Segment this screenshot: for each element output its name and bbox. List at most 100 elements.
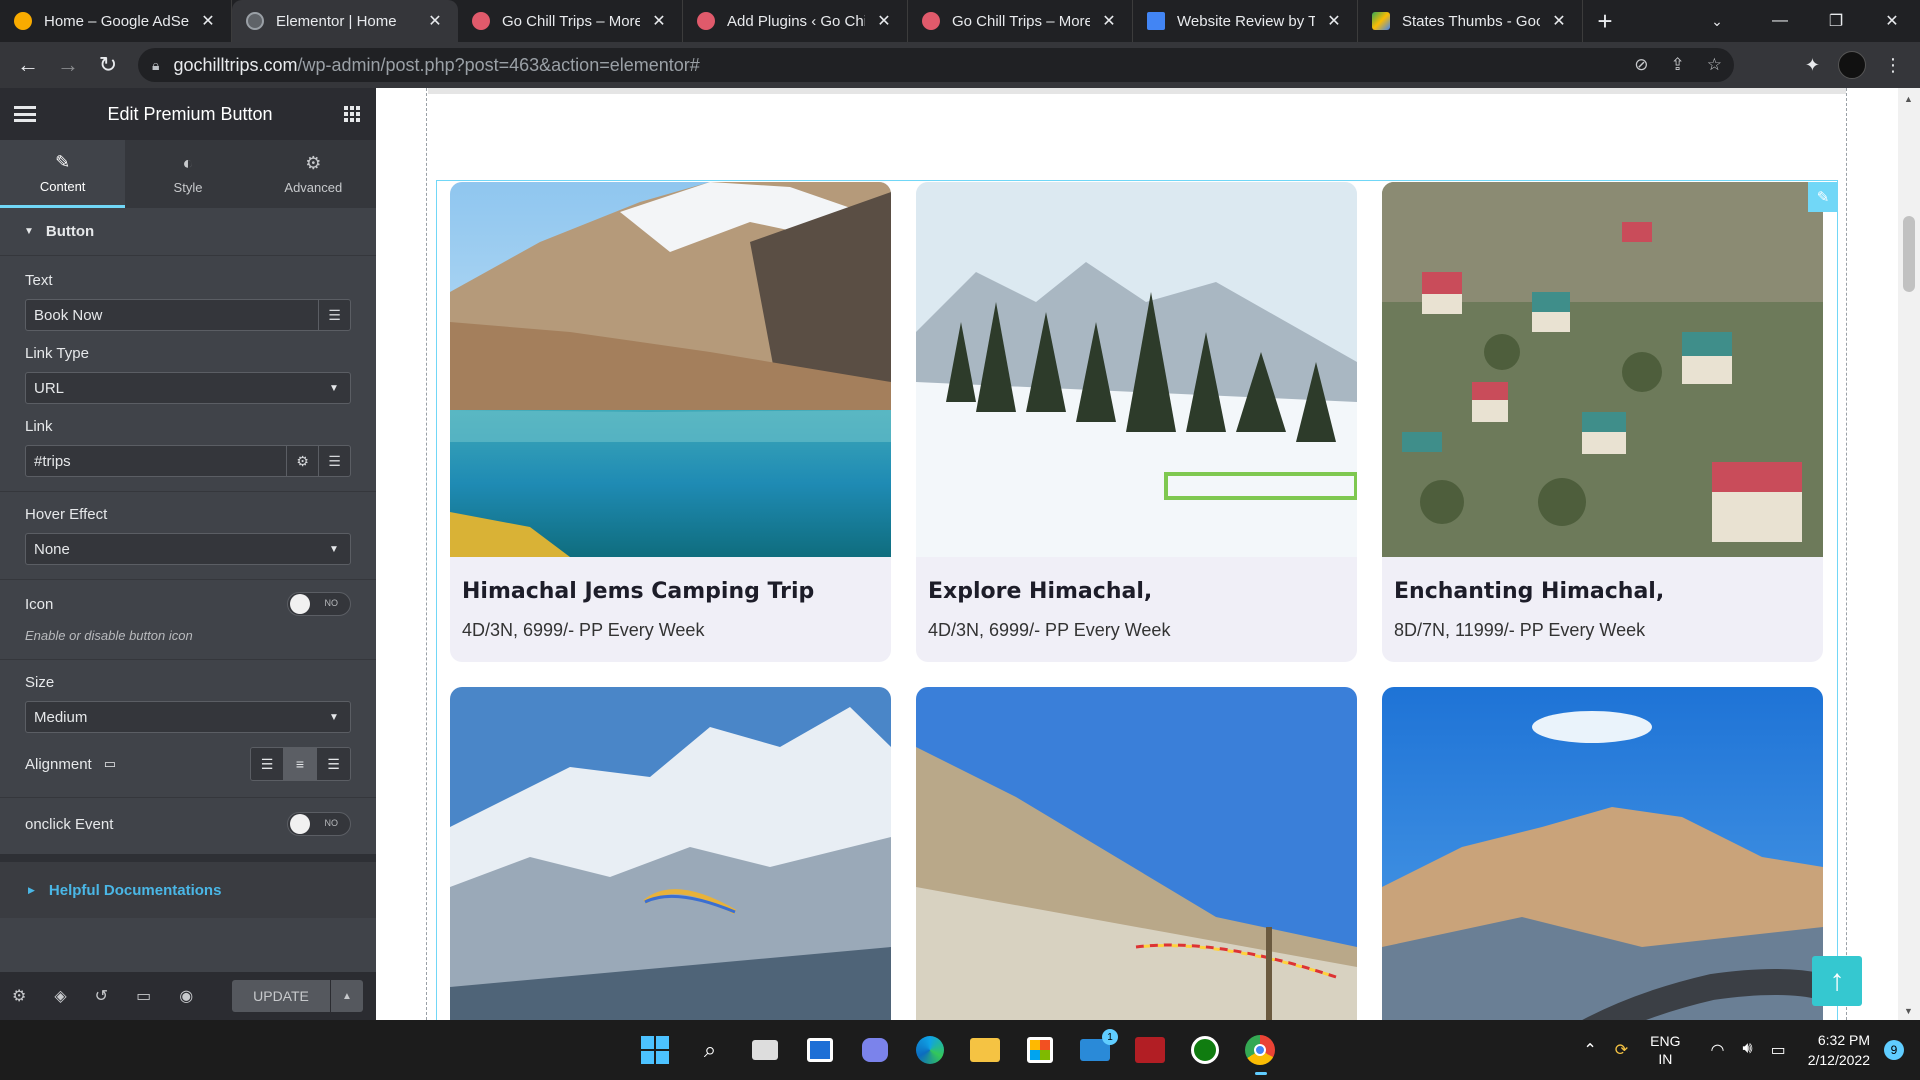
- browser-tab[interactable]: Website Review by Te ✕: [1133, 0, 1358, 42]
- browser-tab-active[interactable]: Elementor | Home ✕: [232, 0, 458, 42]
- snow-forest-image: [916, 182, 1357, 557]
- hover-effect-select[interactable]: None ▼: [25, 533, 351, 565]
- align-center-icon[interactable]: ≡: [284, 748, 317, 780]
- trip-card[interactable]: Enchanting Himachal, 8D/7N, 11999/- PP E…: [1382, 182, 1823, 662]
- chrome-browser-icon[interactable]: [1243, 1033, 1277, 1075]
- align-right-icon[interactable]: ☰: [317, 748, 350, 780]
- link-field[interactable]: #trips ⚙ ☰: [25, 445, 351, 477]
- tab-style[interactable]: ◐ Style: [125, 140, 250, 208]
- extensions-puzzle-icon[interactable]: ✦: [1805, 55, 1820, 76]
- file-explorer-icon[interactable]: [968, 1033, 1002, 1067]
- maximize-icon[interactable]: ❐: [1808, 0, 1864, 42]
- tab-search-chevron-icon[interactable]: ⌄: [1694, 0, 1740, 42]
- history-icon[interactable]: ↺: [95, 986, 108, 1006]
- onclick-toggle[interactable]: NO: [287, 812, 351, 836]
- task-view-icon[interactable]: [748, 1033, 782, 1067]
- share-icon[interactable]: ⇪: [1671, 55, 1685, 75]
- section-title: Button: [45, 223, 95, 240]
- close-window-icon[interactable]: ✕: [1864, 0, 1920, 42]
- close-tab-icon[interactable]: ✕: [1323, 11, 1345, 31]
- browser-tab[interactable]: Add Plugins ‹ Go Chill ✕: [683, 0, 908, 42]
- navigator-layers-icon[interactable]: ◈: [54, 986, 66, 1006]
- widgets-grid-icon[interactable]: [343, 106, 360, 122]
- back-arrow-icon[interactable]: ←: [8, 45, 48, 85]
- panel-tabs: ✎ Content ◐ Style ⚙ Advanced: [0, 140, 376, 208]
- browser-tab[interactable]: Go Chill Trips – More ✕: [458, 0, 683, 42]
- size-select[interactable]: Medium ▼: [25, 701, 351, 733]
- trip-card[interactable]: [916, 687, 1357, 1020]
- profile-avatar[interactable]: [1838, 51, 1866, 79]
- link-type-select[interactable]: URL ▼: [25, 372, 351, 404]
- sync-icon[interactable]: ⟳: [1615, 1040, 1628, 1060]
- link-options-gear-icon[interactable]: ⚙: [286, 446, 318, 476]
- scroll-down-arrow-icon[interactable]: ▼: [1904, 1006, 1913, 1016]
- eye-off-icon[interactable]: ⊘: [1634, 55, 1648, 75]
- more-menu-icon[interactable]: ⋮: [1884, 55, 1902, 76]
- desktop-device-icon[interactable]: ▭: [104, 756, 116, 772]
- browser-tab[interactable]: States Thumbs - Goog ✕: [1358, 0, 1583, 42]
- browser-tab[interactable]: Go Chill Trips – More ✕: [908, 0, 1133, 42]
- scrollbar-thumb[interactable]: [1903, 216, 1915, 292]
- dynamic-tags-icon[interactable]: ☰: [318, 446, 350, 476]
- forward-arrow-icon[interactable]: →: [48, 45, 88, 85]
- align-left-icon[interactable]: ☰: [251, 748, 284, 780]
- edge-browser-icon[interactable]: [913, 1033, 947, 1067]
- volume-icon[interactable]: 🔊︎: [1742, 1040, 1752, 1060]
- update-button[interactable]: UPDATE: [232, 980, 330, 1012]
- close-tab-icon[interactable]: ✕: [873, 11, 895, 31]
- windows-taskbar: ⌕ 1 ⌃ ⟳ ENG IN ◠ 🔊︎ ▭ 6:32 PM 2/12/2022 …: [0, 1020, 1920, 1080]
- battery-icon[interactable]: ▭: [1771, 1040, 1786, 1060]
- trip-card[interactable]: [450, 687, 891, 1020]
- responsive-mode-icon[interactable]: ▭: [136, 986, 151, 1006]
- tab-title: States Thumbs - Goog: [1402, 12, 1540, 30]
- reload-icon[interactable]: ↻: [88, 45, 128, 85]
- caret-down-icon: ▼: [24, 226, 34, 237]
- dynamic-tags-icon[interactable]: ☰: [318, 300, 350, 330]
- tab-content[interactable]: ✎ Content: [0, 140, 126, 208]
- icon-toggle[interactable]: NO: [287, 592, 351, 616]
- close-tab-icon[interactable]: ✕: [648, 11, 670, 31]
- update-options-caret-icon[interactable]: ▲: [331, 980, 363, 1012]
- page-scrollbar[interactable]: ▲ ▼: [1898, 88, 1920, 1020]
- teams-chat-icon[interactable]: [858, 1033, 892, 1067]
- language-indicator[interactable]: ENG IN: [1650, 1032, 1680, 1068]
- new-tab-button[interactable]: +: [1583, 0, 1627, 42]
- mail-icon[interactable]: 1: [1078, 1029, 1118, 1067]
- microsoft-store-icon[interactable]: [1023, 1033, 1057, 1067]
- caret-right-icon: ▶: [28, 884, 35, 895]
- trip-card[interactable]: [1382, 687, 1823, 1020]
- scroll-to-top-arrow-icon[interactable]: ↑: [1812, 956, 1862, 1006]
- close-tab-icon[interactable]: ✕: [1098, 11, 1120, 31]
- close-tab-icon[interactable]: ✕: [197, 11, 219, 31]
- edit-widget-pencil-icon[interactable]: ✎: [1808, 182, 1838, 212]
- close-tab-icon[interactable]: ✕: [424, 11, 446, 31]
- chevron-up-icon[interactable]: ⌃: [1583, 1040, 1596, 1060]
- preview-eye-icon[interactable]: ◉: [179, 986, 193, 1006]
- browser-tab[interactable]: Home – Google AdSe ✕: [0, 0, 232, 42]
- settings-gear-icon[interactable]: ⚙: [12, 986, 26, 1006]
- clock[interactable]: 6:32 PM 2/12/2022: [1808, 1030, 1870, 1070]
- minimize-icon[interactable]: —: [1752, 0, 1808, 42]
- widgets-icon[interactable]: [803, 1033, 837, 1067]
- search-icon[interactable]: ⌕: [693, 1033, 727, 1067]
- card-subtitle: 4D/3N, 6999/- PP Every Week: [462, 620, 705, 640]
- trip-card[interactable]: Himachal Jems Camping Trip 4D/3N, 6999/-…: [450, 182, 891, 662]
- notification-badge[interactable]: 9: [1884, 1040, 1904, 1060]
- text-field[interactable]: Book Now ☰: [25, 299, 351, 331]
- star-bookmark-icon[interactable]: ☆: [1707, 55, 1722, 75]
- wifi-icon[interactable]: ◠: [1711, 1040, 1725, 1060]
- red-app-icon[interactable]: [1133, 1033, 1167, 1067]
- scroll-up-arrow-icon[interactable]: ▲: [1904, 94, 1913, 104]
- tab-advanced[interactable]: ⚙ Advanced: [251, 140, 376, 208]
- mountain-valley-flags-image: [916, 687, 1357, 1020]
- mail-badge: 1: [1102, 1029, 1118, 1045]
- helpful-documentations-section[interactable]: ▶ Helpful Documentations: [0, 862, 376, 918]
- hamburger-menu-icon[interactable]: [14, 106, 36, 122]
- section-header-button[interactable]: ▼ Button: [0, 208, 376, 256]
- windows-start-icon[interactable]: [638, 1033, 672, 1067]
- section-top-strip: [428, 88, 1846, 94]
- xbox-icon[interactable]: [1188, 1033, 1222, 1067]
- address-bar[interactable]: 🔒︎ gochilltrips.com/wp-admin/post.php?po…: [138, 48, 1734, 82]
- close-tab-icon[interactable]: ✕: [1548, 11, 1570, 31]
- trip-card[interactable]: Explore Himachal, 4D/3N, 6999/- PP Every…: [916, 182, 1357, 662]
